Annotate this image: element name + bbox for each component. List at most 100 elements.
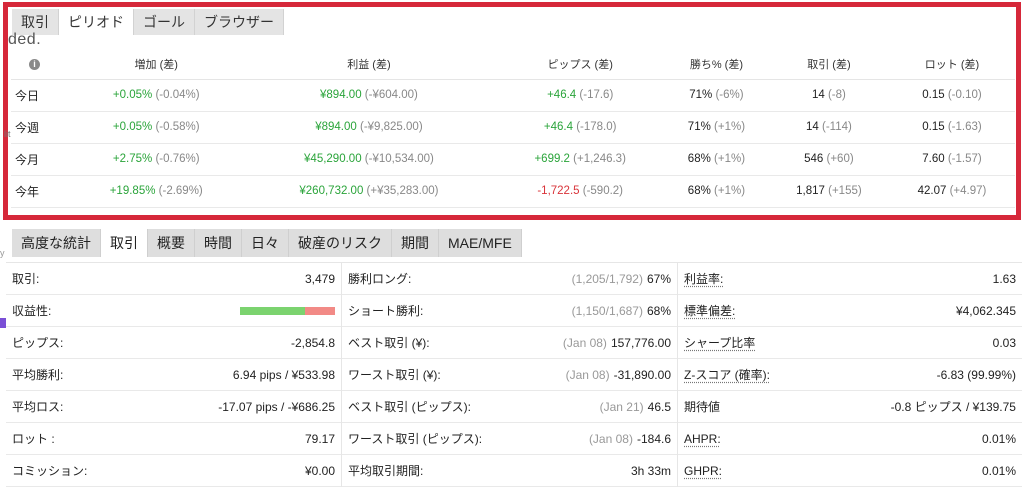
tab-period[interactable]: ピリオド [59, 9, 134, 35]
cell-profit: ¥260,732.00 (+¥35,283.00) [241, 175, 497, 208]
stat-value-wrap: (1,205/1,792) 67% [572, 272, 671, 286]
stat-value: ¥4,062.345 [955, 303, 1016, 318]
stat-value-wrap: 6.94 pips / ¥533.98 [233, 368, 335, 382]
cell-gain: +2.75% (-0.76%) [71, 143, 242, 176]
stat-row: ショート勝利: (1,150/1,687) 68% [342, 295, 677, 327]
cell-value: ¥45,290.00 [304, 153, 362, 165]
stat-value-wrap: (Jan 08) -184.6 [589, 432, 671, 446]
period-table-body: 今日 +0.05% (-0.04%) ¥894.00 (-¥604.00) +46.4… [11, 79, 1015, 208]
stat-label[interactable]: Z-スコア (確率): [684, 366, 770, 383]
period-row: 今日 +0.05% (-0.04%) ¥894.00 (-¥604.00) +46.4… [11, 79, 1015, 112]
tab-hours[interactable]: 時間 [195, 229, 242, 257]
stat-label: 平均ロス: [12, 400, 64, 414]
loss-segment [304, 306, 335, 315]
stat-value-wrap: 0.01% [982, 432, 1016, 446]
stat-value: 1.63 [992, 271, 1016, 286]
stat-value: 68% [646, 303, 671, 318]
stat-detail: (Jan 21) [599, 399, 644, 414]
cell-diff: (-590.2) [582, 185, 624, 197]
stat-value-wrap: 0.01% [982, 464, 1016, 478]
cell-value: 0.15 [922, 121, 945, 133]
stat-value-wrap: ¥4,062.345 [956, 304, 1016, 318]
stat-value-wrap: -6.83 (99.99%) [937, 368, 1016, 382]
cell-value: 71% [689, 89, 713, 101]
cell-value: 1,817 [796, 185, 825, 197]
period-row: 今月 +2.75% (-0.76%) ¥45,290.00 (-¥10,534.00… [11, 143, 1015, 176]
cell-value: 546 [804, 153, 824, 165]
clipped-fragment: y [0, 248, 5, 258]
stat-label[interactable]: 利益率: [684, 270, 723, 287]
tab-browser[interactable]: ブラウザー [195, 9, 284, 35]
cell-diff: (-2.69%) [158, 185, 203, 197]
clipped-fragment: lit [4, 129, 11, 139]
header-profit: 利益 (差) [241, 49, 497, 80]
stat-row: 平均勝利: 6.94 pips / ¥533.98 [6, 359, 341, 391]
stat-row: ベスト取引 (¥): (Jan 08) 157,776.00 [342, 327, 677, 359]
cell-diff: (-1.63) [947, 121, 982, 133]
cell-pips: +699.2 (+1,246.3) [496, 143, 664, 176]
cell-value: 68% [687, 185, 711, 197]
stat-detail: (1,205/1,792) [571, 271, 643, 286]
stat-label: ショート勝利: [348, 304, 424, 318]
cell-value: ¥260,732.00 [299, 185, 364, 197]
stat-value: -184.6 [636, 431, 671, 446]
cell-trades: 1,817 (+155) [768, 175, 889, 208]
stat-row: 期待値 -0.8 ピップス / ¥139.75 [678, 391, 1022, 423]
period-header-row: i 増加 (差) 利益 (差) ピップス (差) 勝ち% (差) 取引 (差) … [11, 49, 1015, 80]
header-win-rate: 勝ち% (差) [663, 49, 769, 80]
stat-detail: (1,150/1,687) [571, 303, 643, 318]
cell-lots: 0.15 (-1.63) [888, 111, 1015, 144]
tab-risk-of-ruin[interactable]: 破産のリスク [289, 229, 392, 257]
cell-value: ¥894.00 [320, 89, 362, 101]
stat-value-wrap: (Jan 21) 46.5 [600, 400, 671, 414]
period-row-label: 今日 [11, 79, 71, 112]
stat-value: 0.03 [992, 335, 1016, 350]
tab-advanced-stats[interactable]: 高度な統計 [12, 229, 101, 257]
stat-label: ベスト取引 (¥): [348, 336, 430, 350]
cell-diff: (-0.04%) [155, 89, 200, 101]
stat-detail: (Jan 08) [562, 335, 607, 350]
period-panel: 取引 ピリオド ゴール ブラウザー ded. i 増加 (差) 利益 (差) ピ… [3, 2, 1021, 220]
stats-column-2: 勝利ロング: (1,205/1,792) 67% ショート勝利: (1,150/1,68… [342, 263, 678, 487]
stat-label: 平均取引期間: [348, 464, 424, 478]
stat-label: 期待値 [684, 400, 721, 414]
tab-daily[interactable]: 日々 [242, 229, 289, 257]
tab-trades[interactable]: 取引 [101, 229, 148, 257]
stat-value-wrap: (Jan 08) 157,776.00 [563, 336, 671, 350]
tab-duration[interactable]: 期間 [392, 229, 439, 257]
stat-value-wrap: 3,479 [305, 272, 335, 286]
stat-label[interactable]: 標準偏差: [684, 302, 735, 319]
cell-diff: (+1%) [714, 185, 746, 197]
tab-mae-mfe[interactable]: MAE/MFE [439, 229, 522, 257]
stat-value: 67% [646, 271, 671, 286]
cell-diff: (-¥604.00) [364, 89, 418, 101]
stat-value: 46.5 [647, 399, 671, 414]
stat-value: 6.94 pips / ¥533.98 [232, 367, 335, 382]
cell-diff: (+4.97) [949, 185, 987, 197]
stat-detail: (Jan 08) [565, 367, 610, 382]
stat-value-wrap: 0.03 [993, 336, 1016, 350]
tab-goals[interactable]: ゴール [134, 9, 195, 35]
tab-summary[interactable]: 概要 [148, 229, 195, 257]
stat-label[interactable]: GHPR: [684, 464, 722, 478]
stat-label[interactable]: AHPR: [684, 432, 721, 446]
info-icon[interactable]: i [29, 58, 40, 70]
stat-label: 勝利ロング: [348, 272, 412, 286]
cell-pips: +46.4 (-178.0) [496, 111, 664, 144]
stat-value: -6.83 (99.99%) [936, 367, 1016, 382]
stat-value-wrap: 1.63 [993, 272, 1016, 286]
cell-value: 68% [687, 153, 711, 165]
stat-value: -17.07 pips / -¥686.25 [218, 399, 335, 414]
stat-row: GHPR: 0.01% [678, 455, 1022, 487]
cell-value: 7.60 [922, 153, 945, 165]
period-row-label: 今月 [11, 143, 71, 176]
stat-value: 3,479 [304, 271, 335, 286]
cell-value: +2.75% [112, 153, 153, 165]
cell-win-rate: 71% (-6%) [663, 79, 769, 112]
stat-label[interactable]: シャープ比率 [684, 334, 755, 351]
stat-value: -2,854.8 [290, 335, 335, 350]
cell-diff: (+60) [826, 153, 854, 165]
stat-value-wrap: 79.17 [305, 432, 335, 446]
period-table: i 増加 (差) 利益 (差) ピップス (差) 勝ち% (差) 取引 (差) … [11, 49, 1015, 208]
stat-label: 取引: [12, 272, 40, 286]
